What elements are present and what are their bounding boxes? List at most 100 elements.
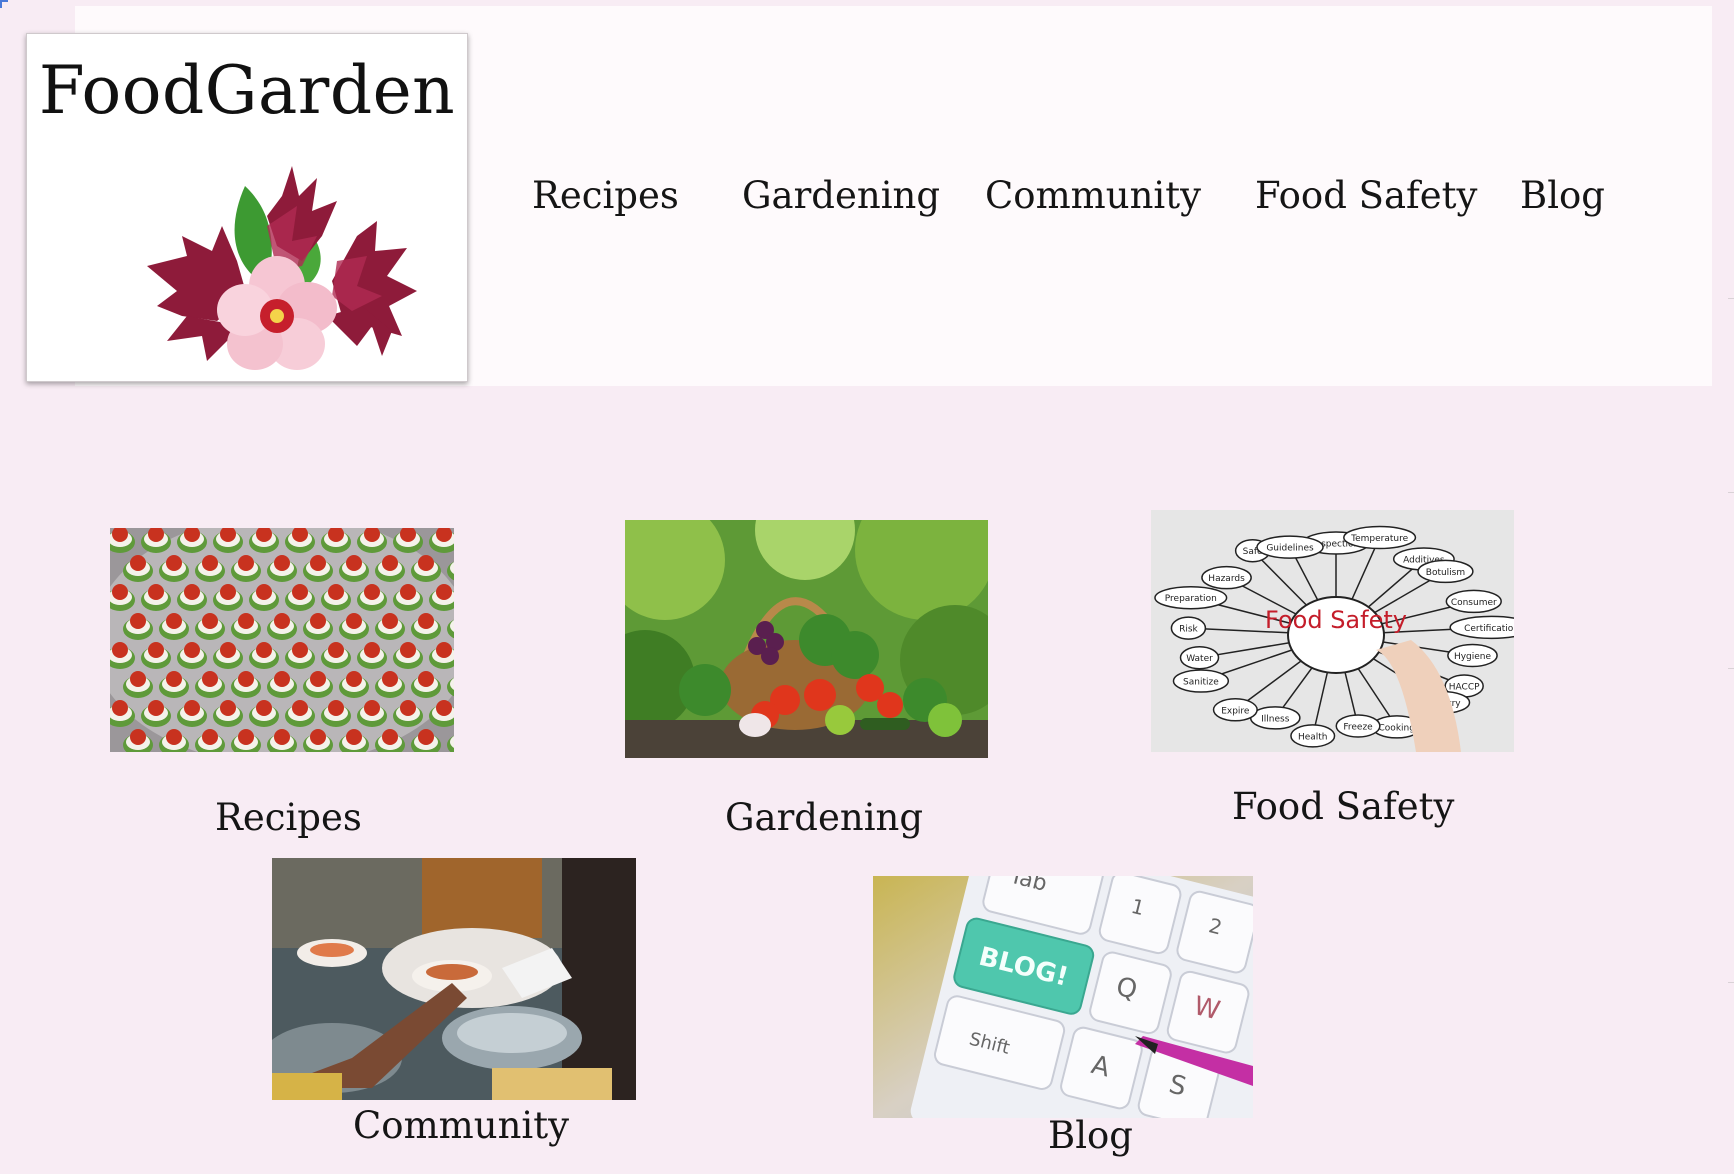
decor-dot [130,729,146,745]
decor-dot [184,642,200,658]
community-image[interactable] [272,858,636,1100]
decor-dot [238,671,254,687]
mindmap-term: Preparation [1165,594,1217,604]
gardening-label[interactable]: Gardening [725,796,923,839]
decor-dot [436,584,452,600]
hibiscus-flower-logo-icon [147,166,417,370]
nav-link-recipes[interactable]: Recipes [532,174,679,217]
decor-dot [346,613,362,629]
decor-dot [310,613,326,629]
recipes-label[interactable]: Recipes [215,796,362,839]
community-label[interactable]: Community [353,1104,569,1147]
nav-link-food-safety[interactable]: Food Safety [1255,174,1477,217]
site-logo[interactable]: FoodGarden [26,33,468,382]
recipes-image[interactable] [110,528,454,752]
divider [1728,298,1734,299]
decor-dot [130,555,146,571]
mindmap-term: Certification [1464,624,1514,634]
decor-dot [364,584,380,600]
divider [1728,668,1734,669]
decor-dot [292,700,308,716]
decor-dot [166,555,182,571]
mindmap-term: Expire [1221,706,1250,716]
decor-dot [310,555,326,571]
decor-dot [400,584,416,600]
decor-dot [112,584,128,600]
decor-dot [328,584,344,600]
nav-link-community[interactable]: Community [985,174,1201,217]
decor-dot [292,584,308,600]
decor-dot [436,642,452,658]
gardening-image[interactable] [625,520,988,758]
mindmap-term: Botulism [1426,568,1465,578]
decor-dot [310,729,326,745]
decor-dot [346,671,362,687]
mindmap-term: Sanitize [1183,678,1219,688]
mindmap-term: Guidelines [1266,544,1314,554]
decor-dot [238,613,254,629]
decor-dot [436,700,452,716]
nav-link-gardening[interactable]: Gardening [742,174,940,217]
decor-dot [202,555,218,571]
decor-dot [112,700,128,716]
decor-dot [382,671,398,687]
mindmap-term: Consumer [1451,598,1497,608]
decor-dot [130,671,146,687]
decor-dot [382,613,398,629]
food-safety-label[interactable]: Food Safety [1232,785,1454,828]
decor-dot [238,555,254,571]
decor-dot [256,700,272,716]
decor-dot [184,700,200,716]
mindmap-term: Illness [1261,714,1290,724]
decor-dot [292,642,308,658]
decor-dot [400,642,416,658]
site-title: FoodGarden [38,52,456,129]
decor-dot [328,700,344,716]
mindmap-term: Freeze [1343,722,1373,732]
decor-dot [112,642,128,658]
mindmap-term: Hazards [1208,574,1245,584]
decor-dot [220,584,236,600]
decor-dot [166,729,182,745]
decor-dot [184,584,200,600]
blog-label[interactable]: Blog [1048,1114,1133,1157]
mindmap-term: Risk [1179,625,1198,635]
decor-dot [274,729,290,745]
decor-dot [274,671,290,687]
decor-dot [256,584,272,600]
decor-dot [274,555,290,571]
decor-dot [148,584,164,600]
decor-dot [202,613,218,629]
decor-dot [130,613,146,629]
decor-dot [382,555,398,571]
decor-dot [382,729,398,745]
decor-dot [328,642,344,658]
mindmap-term: Hygiene [1454,652,1492,662]
decor-dot [400,700,416,716]
decor-dot [166,613,182,629]
decor-dot [346,555,362,571]
mindmap-term: Health [1298,732,1328,742]
mindmap-term: Cooking [1379,723,1415,733]
decor-dot [418,671,434,687]
decor-dot [202,671,218,687]
decor-dot [418,613,434,629]
decor-dot [148,642,164,658]
decor-dot [256,642,272,658]
decor-dot [418,555,434,571]
blog-image[interactable]: BLOG! Tab Shift Q W A S 1 2 [873,876,1253,1118]
mindmap-term: Water [1186,654,1213,664]
decor-dot [166,671,182,687]
decor-dot [274,613,290,629]
corner-mark [0,0,8,8]
decor-dot [238,729,254,745]
food-safety-image[interactable]: InspectionTemperatureAdditivesBotulismCo… [1151,510,1514,752]
nav-link-blog[interactable]: Blog [1520,174,1605,217]
mindmap-term: Temperature [1350,534,1408,544]
divider [1728,492,1734,493]
decor-dot [310,671,326,687]
decor-dot [220,700,236,716]
decor-dot [202,729,218,745]
decor-dot [418,729,434,745]
divider [1728,982,1734,983]
